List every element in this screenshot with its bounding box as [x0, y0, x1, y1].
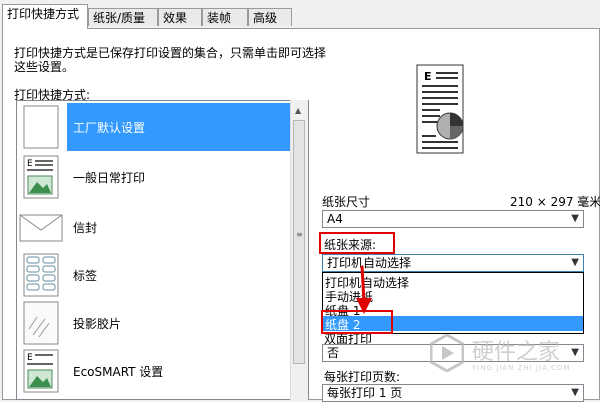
envelope-icon	[19, 214, 63, 242]
list-item-everyday[interactable]: E 一般日常打印	[17, 153, 293, 201]
preset-label: 工厂默认设置	[73, 121, 146, 135]
preset-label: 标签	[73, 269, 98, 283]
svg-text:E: E	[27, 159, 33, 169]
svg-text:E: E	[27, 353, 33, 363]
list-item-transparency[interactable]: 投影胶片	[17, 299, 293, 347]
preset-label: 投影胶片	[73, 317, 122, 331]
tab-effects[interactable]: 效果	[158, 8, 202, 26]
watermark-subtext: YING JIAN ZHI JIA.COM	[472, 364, 571, 372]
blank-page-icon	[23, 105, 59, 149]
transparency-icon	[23, 301, 59, 345]
page-preview-icon: E	[416, 64, 464, 154]
list-item-ecosmart[interactable]: E EcoSMART 设置	[17, 347, 293, 395]
tab-label: 装帧	[207, 11, 232, 25]
chevron-down-icon: ▼	[571, 213, 579, 224]
watermark-logo-icon	[430, 334, 464, 372]
scroll-thumb[interactable]	[293, 120, 305, 364]
pages-per-sheet-value: 每张打印 1 页	[327, 386, 403, 400]
paper-size-select[interactable]: A4 ▼	[322, 210, 584, 228]
paper-size-dimensions: 210 × 297 毫米	[510, 195, 600, 209]
labels-sheet-icon	[23, 253, 59, 297]
list-item-factory-defaults[interactable]: 工厂默认设置	[17, 103, 306, 151]
tab-bar: 打印快捷方式 纸张/质量 效果 装帧 高级	[0, 0, 600, 29]
tab-label: 打印快捷方式	[7, 7, 80, 21]
preset-label: EcoSMART 设置	[73, 365, 164, 379]
preview-letter: E	[424, 70, 432, 83]
paper-size-value: A4	[327, 212, 343, 226]
annotation-arrow-icon	[356, 265, 372, 314]
print-shortcuts-list[interactable]: 工厂默认设置 E 一般日常打印 信封 标签 投影胶片 E EcoSMART 设置	[16, 100, 309, 400]
watermark: 硬件之家 YING JIAN ZHI JIA.COM	[430, 330, 590, 390]
pages-per-sheet-label: 每张打印页数:	[324, 370, 401, 384]
scroll-up-icon[interactable]: ▲	[295, 106, 301, 115]
tab-label: 效果	[163, 11, 188, 25]
grip-icon: ≡	[296, 230, 303, 239]
tab-paper-quality[interactable]: 纸张/质量	[88, 8, 158, 26]
preset-label: 信封	[73, 221, 98, 235]
paper-size-label: 纸张尺寸	[322, 195, 371, 209]
watermark-text: 硬件之家	[472, 340, 561, 365]
tab-finishing[interactable]: 装帧	[202, 8, 248, 26]
tab-print-shortcuts[interactable]: 打印快捷方式	[2, 4, 88, 29]
chevron-down-icon: ▼	[571, 257, 579, 268]
description-line-2: 这些设置。	[14, 60, 75, 74]
tab-advanced[interactable]: 高级	[248, 8, 292, 26]
tab-label: 纸张/质量	[93, 11, 146, 25]
list-item-envelope[interactable]: 信封	[17, 203, 293, 251]
duplex-value: 否	[327, 346, 340, 360]
document-page-icon: E	[23, 155, 59, 199]
list-scrollbar[interactable]: ▲ ≡	[290, 100, 308, 400]
preset-label: 一般日常打印	[73, 171, 146, 185]
annotation-box-source-label	[319, 232, 395, 254]
eco-document-icon: E	[23, 349, 59, 393]
list-item-labels[interactable]: 标签	[17, 251, 293, 299]
tab-label: 高级	[253, 11, 278, 25]
